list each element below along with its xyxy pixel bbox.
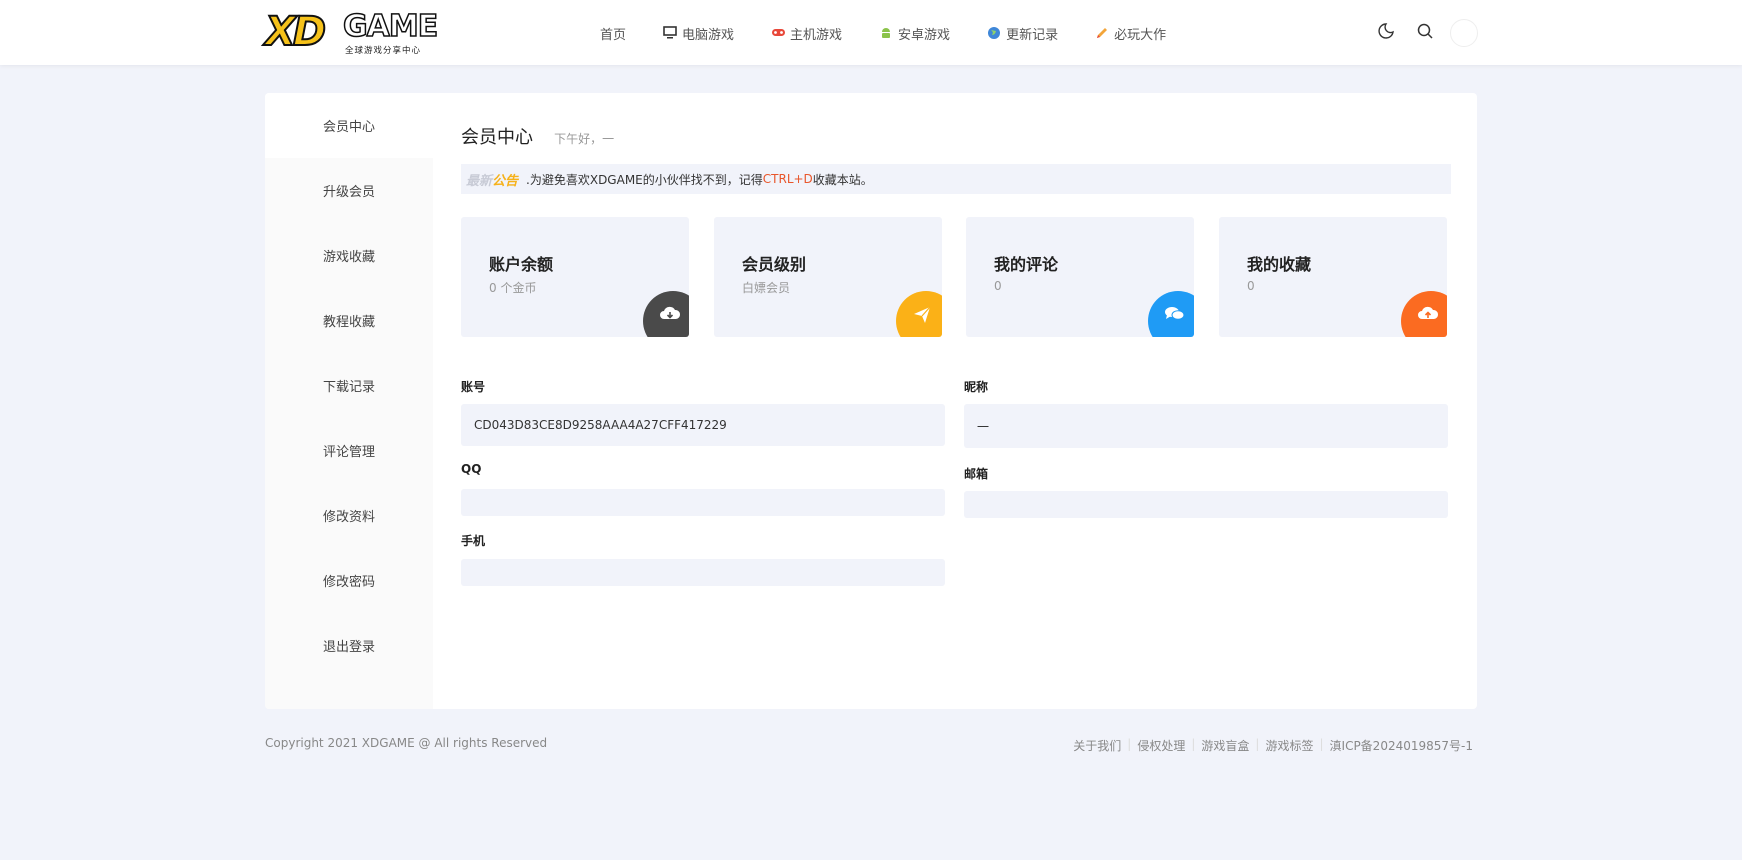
sidebar-item-label: 评论管理 bbox=[322, 445, 375, 460]
logo-game-text: GAME bbox=[342, 9, 439, 45]
stat-card-membership[interactable]: 会员级别 白嫖会员 bbox=[714, 217, 942, 337]
nav-android-games[interactable]: 安卓游戏 bbox=[879, 20, 950, 46]
sidebar-item-label: 退出登录 bbox=[322, 640, 375, 655]
stat-card-balance[interactable]: 账户余额 0 个金币 bbox=[461, 217, 689, 337]
nickname-label: 昵称 bbox=[964, 380, 989, 394]
globe-icon bbox=[987, 26, 1003, 40]
sidebar: 会员中心 升级会员 游戏收藏 教程收藏 下载记录 评论管理 修改资料 修改密码 … bbox=[265, 93, 433, 709]
announcement-bar: 最新公告 .为避免喜欢XDGAME的小伙伴找不到，记得 CTRL+D 收藏本站。 bbox=[461, 164, 1451, 194]
account-label: 账号 bbox=[461, 380, 486, 394]
nav-pc-games[interactable]: 电脑游戏 bbox=[663, 20, 734, 46]
monitor-icon bbox=[663, 26, 679, 40]
account-field[interactable] bbox=[461, 404, 945, 446]
nav-label: 安卓游戏 bbox=[898, 27, 951, 43]
qq-field[interactable] bbox=[461, 489, 945, 516]
sidebar-item-edit-profile[interactable]: 修改资料 bbox=[265, 483, 433, 548]
sidebar-item-label: 会员中心 bbox=[322, 120, 375, 135]
stat-title: 我的评论 bbox=[994, 255, 1059, 274]
logo-tagline: 全球游戏分享中心 bbox=[345, 46, 422, 56]
announcement-shortcut: CTRL+D bbox=[762, 172, 813, 186]
main-nav: 首页 电脑游戏 主机游戏 安卓游戏 更新记录 必玩大作 bbox=[600, 20, 1203, 46]
sidebar-item-game-favorites[interactable]: 游戏收藏 bbox=[265, 223, 433, 288]
footer-link-blind-box[interactable]: 游戏盲盒 bbox=[1195, 737, 1255, 754]
nav-label: 首页 bbox=[600, 27, 627, 43]
search-icon[interactable] bbox=[1416, 22, 1436, 42]
nickname-field[interactable] bbox=[964, 404, 1448, 448]
sidebar-item-label: 教程收藏 bbox=[322, 315, 375, 330]
nav-label: 主机游戏 bbox=[790, 27, 843, 43]
sidebar-item-label: 升级会员 bbox=[322, 185, 375, 200]
logo-xd-text: XD bbox=[264, 8, 327, 56]
cloud-upload-icon bbox=[1401, 291, 1447, 337]
stat-title: 我的收藏 bbox=[1247, 255, 1312, 274]
stat-title: 账户余额 bbox=[489, 255, 554, 274]
nav-label: 更新记录 bbox=[1006, 27, 1059, 43]
sidebar-item-member-center[interactable]: 会员中心 bbox=[265, 93, 433, 158]
phone-field[interactable] bbox=[461, 559, 945, 586]
avatar[interactable] bbox=[1450, 19, 1478, 47]
sidebar-item-label: 修改密码 bbox=[322, 575, 375, 590]
footer-link-icp[interactable]: 滇ICP备2024019857号-1 bbox=[1324, 737, 1473, 754]
email-field[interactable] bbox=[964, 491, 1448, 518]
announcement-text: .为避免喜欢XDGAME的小伙伴找不到，记得 bbox=[526, 172, 763, 187]
announcement-text-end: 收藏本站。 bbox=[812, 172, 873, 187]
stat-card-comments[interactable]: 我的评论 0 bbox=[966, 217, 1194, 337]
comments-icon bbox=[1148, 291, 1194, 337]
sidebar-item-change-password[interactable]: 修改密码 bbox=[265, 548, 433, 613]
member-center-card: 会员中心 升级会员 游戏收藏 教程收藏 下载记录 评论管理 修改资料 修改密码 … bbox=[265, 93, 1477, 709]
sidebar-item-logout[interactable]: 退出登录 bbox=[265, 613, 433, 678]
sidebar-item-label: 修改资料 bbox=[322, 510, 375, 525]
stat-value: 0 bbox=[1247, 279, 1255, 293]
top-header: XD GAME 全球游戏分享中心 首页 电脑游戏 主机游戏 安卓游戏 更新记录 … bbox=[0, 0, 1742, 65]
nav-home[interactable]: 首页 bbox=[600, 20, 626, 46]
title-row: 会员中心 下午好，一 bbox=[461, 123, 614, 149]
footer-link-infringement[interactable]: 侵权处理 bbox=[1131, 737, 1191, 754]
nav-update-log[interactable]: 更新记录 bbox=[987, 20, 1058, 46]
announcement-tag: 最新公告 bbox=[466, 173, 519, 189]
email-label: 邮箱 bbox=[964, 467, 989, 481]
paper-plane-icon bbox=[896, 291, 942, 337]
dark-mode-icon[interactable] bbox=[1378, 22, 1398, 42]
sidebar-item-comments[interactable]: 评论管理 bbox=[265, 418, 433, 483]
sidebar-item-label: 游戏收藏 bbox=[322, 250, 375, 265]
stat-value: 0 bbox=[994, 279, 1002, 293]
pencil-icon bbox=[1095, 26, 1111, 40]
footer-link-about[interactable]: 关于我们 bbox=[1067, 737, 1127, 754]
nav-must-play[interactable]: 必玩大作 bbox=[1095, 20, 1166, 46]
footer-link-tags[interactable]: 游戏标签 bbox=[1259, 737, 1319, 754]
nav-label: 电脑游戏 bbox=[682, 27, 735, 43]
sidebar-item-tutorial-favorites[interactable]: 教程收藏 bbox=[265, 288, 433, 353]
nav-label: 必玩大作 bbox=[1114, 27, 1167, 43]
cloud-download-icon bbox=[643, 291, 689, 337]
footer-links: 关于我们 | 侵权处理 | 游戏盲盒 | 游戏标签 | 滇ICP备2024019857号… bbox=[1067, 737, 1473, 754]
footer-copyright: Copyright 2021 XDGAME @ All rights Reser… bbox=[265, 736, 548, 750]
site-logo[interactable]: XD GAME 全球游戏分享中心 bbox=[264, 8, 439, 58]
greeting-text: 下午好，一 bbox=[554, 132, 615, 146]
qq-label: QQ bbox=[461, 462, 482, 476]
android-icon bbox=[879, 26, 895, 40]
page-title: 会员中心 bbox=[461, 127, 533, 148]
stat-title: 会员级别 bbox=[742, 255, 807, 274]
sidebar-item-label: 下载记录 bbox=[322, 380, 375, 395]
gamepad-icon bbox=[771, 26, 787, 40]
sidebar-item-downloads[interactable]: 下载记录 bbox=[265, 353, 433, 418]
stat-value: 0 个金币 bbox=[489, 281, 537, 295]
stat-card-favorites[interactable]: 我的收藏 0 bbox=[1219, 217, 1447, 337]
sidebar-item-upgrade[interactable]: 升级会员 bbox=[265, 158, 433, 223]
nav-console-games[interactable]: 主机游戏 bbox=[771, 20, 842, 46]
stat-value: 白嫖会员 bbox=[742, 281, 791, 295]
phone-label: 手机 bbox=[461, 534, 486, 548]
